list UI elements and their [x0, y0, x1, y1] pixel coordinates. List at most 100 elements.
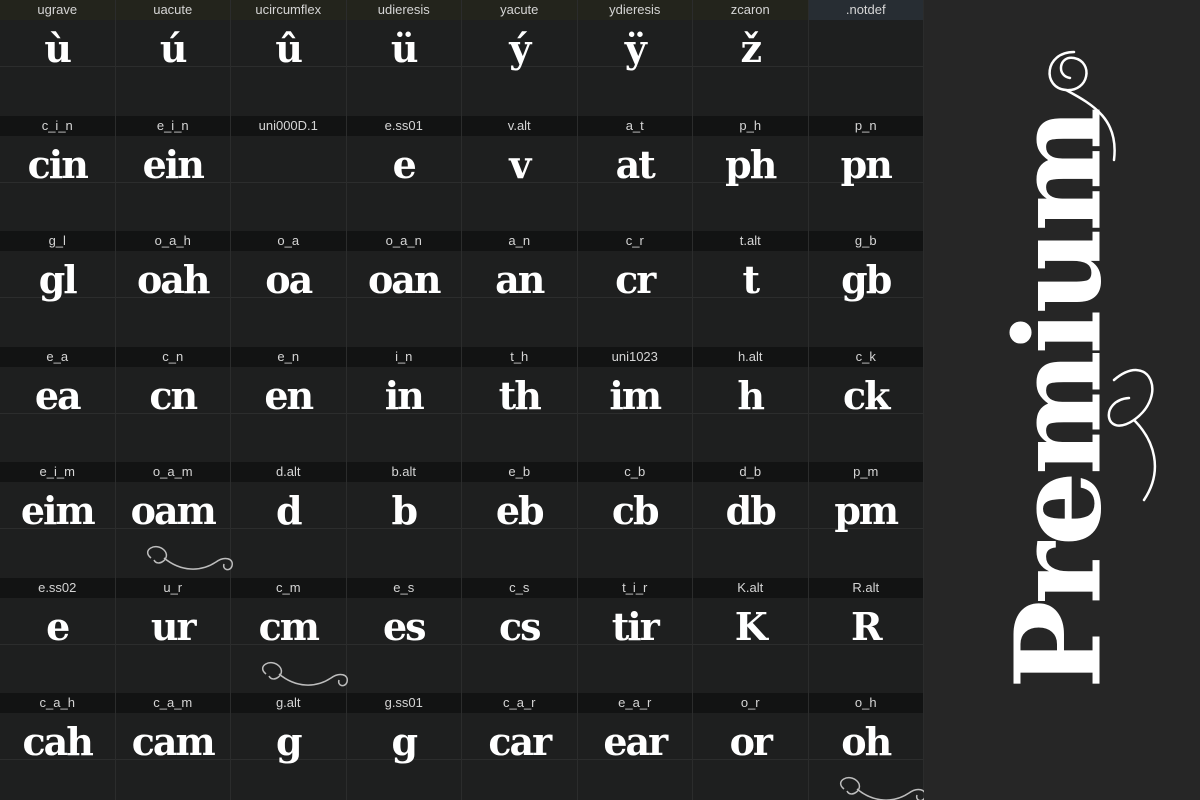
glyph-cell[interactable]: o_a_m oam — [115, 462, 233, 578]
glyph-cell[interactable]: t_hth — [462, 346, 578, 462]
glyph-cell[interactable]: v.alt v — [462, 115, 578, 231]
glyph-cell[interactable]: i_n in — [346, 346, 462, 462]
glyph-cell[interactable]: c_n cn — [115, 346, 231, 462]
glyph-cell[interactable]: t_i_r tir — [577, 577, 693, 693]
glyph-name-label: o_h — [808, 693, 923, 713]
glyph-cell[interactable]: u_r ur — [115, 577, 231, 693]
glyph-cell[interactable]: uni1023 im — [577, 346, 693, 462]
glyph-cell[interactable]: uni000D.1 — [231, 115, 347, 231]
glyph-cell[interactable]: c_m cm — [231, 577, 348, 693]
glyph-grid: ugrave ù uacute ú ucircumflex û udieresis ü yacu… — [0, 0, 924, 800]
glyph-name-label: uni1023 — [577, 346, 692, 367]
glyph-name-label: uacute — [115, 0, 230, 20]
glyph-cell[interactable]: o_a_h oah — [115, 231, 231, 347]
glyph-name-label: e_s — [346, 577, 461, 598]
glyph-name-label: c_a_m — [115, 693, 230, 713]
glyph-name-label: e_a_r — [577, 693, 692, 713]
glyph-preview: cm — [258, 603, 320, 649]
glyph-preview: ea — [34, 372, 82, 418]
glyph-cell[interactable]: h.alt h — [693, 346, 809, 462]
glyph-preview: ph — [725, 141, 777, 187]
glyph-cell[interactable]: a_tat — [577, 115, 693, 231]
glyph-cell[interactable]: d_b db — [693, 462, 809, 578]
glyph-preview: e — [46, 603, 70, 649]
glyph-name-label: g_b — [808, 231, 923, 251]
glyph-name-label: R.alt — [808, 577, 923, 598]
glyph-cell[interactable]: a_n an — [462, 231, 578, 347]
glyph-cell[interactable]: d.alt d — [231, 462, 347, 578]
glyph-cell[interactable]: e_i_m eim — [0, 462, 116, 578]
glyph-cell[interactable]: ucircumflex û — [231, 0, 347, 116]
glyph-name-label: p_n — [808, 115, 923, 136]
glyph-cell[interactable]: ugrave ù — [0, 0, 116, 116]
glyph-cell[interactable]: udieresis ü — [346, 0, 462, 116]
glyph-name-label: t_h — [462, 346, 577, 367]
glyph-preview: oam — [130, 488, 217, 533]
glyph-preview: at — [615, 141, 656, 187]
glyph-cell[interactable]: K.alt K — [693, 577, 809, 693]
glyph-cell[interactable]: c_k ck — [808, 346, 924, 462]
glyph-cell[interactable]: o_hoh — [808, 693, 924, 800]
glyph-cell[interactable]: yacute ý — [462, 0, 578, 116]
swash-ornament — [261, 661, 348, 686]
glyph-cell[interactable]: .notdef — [808, 0, 924, 116]
glyph-cell[interactable]: c_a_hcah — [0, 693, 116, 800]
glyph-cell[interactable]: p_h ph — [693, 115, 809, 231]
glyph-preview: gl — [38, 257, 78, 302]
glyph-cell[interactable]: o_r or — [693, 693, 809, 800]
glyph-name-label: d.alt — [231, 462, 346, 482]
glyph-preview: R — [850, 603, 883, 649]
glyph-cell[interactable]: e_a_r ear — [577, 693, 693, 800]
glyph-cell[interactable]: e_i_n ein — [115, 115, 231, 231]
glyph-name-label: g_l — [0, 231, 115, 251]
glyph-preview: ein — [142, 141, 205, 187]
glyph-cell[interactable]: e_n en — [231, 346, 347, 462]
glyph-preview: cah — [22, 719, 94, 764]
glyph-cell[interactable]: e.ss01 e — [346, 115, 462, 231]
glyph-cell[interactable]: e_s es — [346, 577, 462, 693]
glyph-preview: gb — [841, 257, 892, 302]
glyph-cell[interactable]: g.ss01 g — [346, 693, 462, 800]
glyph-cell[interactable]: c_i_n cin — [0, 115, 116, 231]
glyph-cell[interactable]: g_lgl — [0, 231, 116, 347]
glyph-name-label: t.alt — [693, 231, 808, 251]
glyph-cell[interactable]: p_m pm — [808, 462, 924, 578]
glyph-cell[interactable]: c_r cr — [577, 231, 693, 347]
glyph-preview: th — [498, 372, 542, 418]
glyph-preview: pm — [834, 488, 899, 533]
glyph-preview: v — [509, 141, 531, 187]
glyph-preview: e — [392, 141, 417, 187]
glyph-preview: g — [391, 719, 418, 764]
glyph-cell[interactable]: c_a_mcam — [115, 693, 231, 800]
glyph-name-label: c_a_h — [0, 693, 115, 713]
glyph-name-label: o_a_h — [115, 231, 230, 251]
glyph-cell[interactable]: zcaron ž — [693, 0, 809, 116]
glyph-preview: t — [742, 257, 760, 302]
glyph-cell[interactable]: R.alt R — [808, 577, 924, 693]
glyph-cell[interactable]: t.alt t — [693, 231, 809, 347]
glyph-name-label: e_i_m — [0, 462, 115, 482]
glyph-cell[interactable]: c_a_r car — [462, 693, 578, 800]
glyph-preview: tir — [611, 603, 660, 649]
glyph-cell[interactable]: b.alt b — [346, 462, 462, 578]
glyph-cell[interactable]: o_a_n oan — [346, 231, 462, 347]
glyph-preview: ur — [150, 603, 197, 649]
glyph-cell[interactable]: c_s cs — [462, 577, 578, 693]
glyph-name-label: g.alt — [231, 693, 346, 713]
glyph-cell[interactable]: g.alt g — [231, 693, 347, 800]
glyph-preview: cam — [131, 719, 216, 764]
glyph-preview: oh — [841, 719, 892, 764]
glyph-name-label: a_t — [577, 115, 692, 136]
glyph-cell[interactable]: e_a ea — [0, 346, 116, 462]
glyph-cell[interactable]: o_a oa — [231, 231, 347, 347]
glyph-cell[interactable]: p_n pn — [808, 115, 924, 231]
glyph-cell[interactable]: e.ss02 e — [0, 577, 116, 693]
glyph-cell[interactable]: c_b cb — [577, 462, 693, 578]
glyph-name-label: o_a — [231, 231, 346, 251]
glyph-name-label: o_r — [693, 693, 808, 713]
glyph-cell[interactable]: ydieresis ÿ — [577, 0, 693, 116]
glyph-cell[interactable]: e_b eb — [462, 462, 578, 578]
glyph-cell[interactable]: uacute ú — [115, 0, 231, 116]
glyph-cell[interactable]: g_bgb — [808, 231, 924, 347]
glyph-name-label: b.alt — [346, 462, 461, 482]
